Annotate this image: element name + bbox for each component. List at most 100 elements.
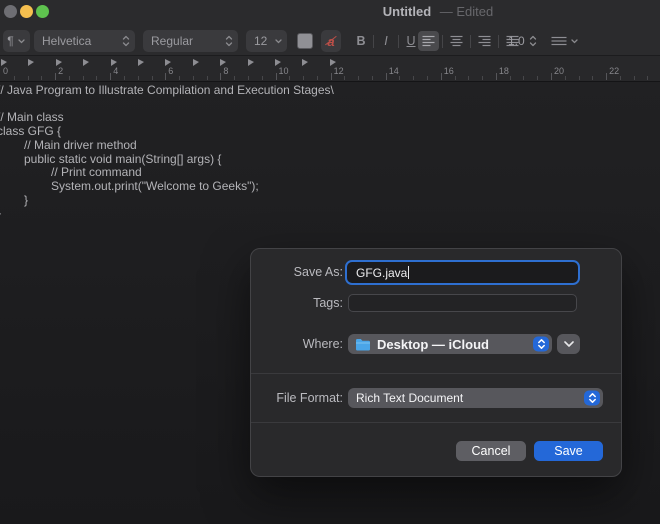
- font-family-value: Helvetica: [34, 34, 122, 48]
- tab-stop-marker[interactable]: [138, 59, 144, 66]
- ruler-tick: [565, 76, 566, 80]
- list-style-menu[interactable]: [551, 30, 582, 52]
- text-color-well[interactable]: [297, 33, 313, 49]
- chevron-down-icon: [275, 39, 282, 44]
- tab-stop-marker[interactable]: [302, 59, 308, 66]
- ruler-tick: [28, 76, 29, 80]
- save-as-value: GFG.java: [356, 266, 407, 280]
- tab-stop-marker[interactable]: [28, 59, 34, 66]
- ruler-tick: [427, 76, 428, 80]
- divider: [251, 422, 621, 423]
- expand-dialog-button[interactable]: [557, 334, 580, 354]
- ruler-tick: [331, 73, 332, 80]
- ruler-tick: [138, 76, 139, 80]
- window-title-text: Untitled: [383, 4, 431, 19]
- align-right-button[interactable]: [474, 31, 495, 51]
- ruler-tick: [510, 76, 511, 80]
- paragraph-style-menu[interactable]: ¶: [3, 30, 30, 52]
- align-left-button[interactable]: [418, 31, 439, 51]
- close-button[interactable]: [4, 5, 17, 18]
- text-cursor: [408, 266, 409, 279]
- zoom-button[interactable]: [36, 5, 49, 18]
- ruler-tick: [289, 76, 290, 80]
- separator: [398, 35, 399, 48]
- ruler-number: 8: [223, 66, 228, 76]
- ruler-tick: [620, 76, 621, 80]
- ruler-tick: [537, 76, 538, 80]
- ruler-tick: [579, 76, 580, 80]
- cancel-button[interactable]: Cancel: [456, 441, 526, 461]
- tab-stop-marker[interactable]: [275, 59, 281, 66]
- ruler-tick: [179, 76, 180, 80]
- save-as-input[interactable]: GFG.java: [345, 260, 580, 285]
- ruler-number: 18: [499, 66, 509, 76]
- ruler-number: 10: [279, 66, 289, 76]
- editor-line: System.out.print("Welcome to Geeks");: [0, 180, 660, 194]
- separator: [373, 35, 374, 48]
- ruler-number: 20: [554, 66, 564, 76]
- editor-line: // Java Program to Illustrate Compilatio…: [0, 84, 660, 98]
- ruler-tick: [634, 76, 635, 80]
- ruler-tick: [482, 76, 483, 80]
- file-format-select[interactable]: Rich Text Document: [348, 388, 603, 408]
- tab-stop-marker[interactable]: [56, 59, 62, 66]
- tab-stop-marker[interactable]: [220, 59, 226, 66]
- ruler-tick: [551, 73, 552, 80]
- font-size-select[interactable]: 12: [246, 30, 287, 52]
- ruler-tick: [344, 76, 345, 80]
- where-value: Desktop — iCloud: [371, 337, 552, 352]
- editor-line: public static void main(String[] args) {: [0, 153, 660, 167]
- ruler-tick: [69, 76, 70, 80]
- ruler-number: 2: [58, 66, 63, 76]
- chevron-down-icon: [564, 341, 574, 347]
- bold-button[interactable]: B: [352, 34, 370, 48]
- editor-line: // Print command: [0, 166, 660, 180]
- tab-stop-marker[interactable]: [165, 59, 171, 66]
- tab-stop-marker[interactable]: [330, 59, 336, 66]
- tab-stop-marker[interactable]: [248, 59, 254, 66]
- ruler-tick: [441, 73, 442, 80]
- ruler-tick: [220, 73, 221, 80]
- textedit-window: Untitled — Edited ¶ Helvetica Regular 12…: [0, 0, 660, 524]
- minimize-button[interactable]: [20, 5, 33, 18]
- tab-stop-marker[interactable]: [83, 59, 89, 66]
- ruler-number: 4: [113, 66, 118, 76]
- ruler-tick: [96, 76, 97, 80]
- ruler-tick: [303, 76, 304, 80]
- line-spacing-stepper[interactable]: 1.0: [508, 30, 537, 52]
- divider: [251, 373, 621, 374]
- where-select[interactable]: Desktop — iCloud: [348, 334, 552, 354]
- updown-stepper-icon: [122, 35, 130, 47]
- updown-stepper-icon: [529, 35, 537, 47]
- save-button[interactable]: Save: [534, 441, 603, 461]
- text-background-color-well[interactable]: a: [321, 30, 341, 52]
- ruler-tick: [83, 76, 84, 80]
- ruler-tick: [523, 76, 524, 80]
- ruler-tick: [399, 76, 400, 80]
- ruler-number: 22: [609, 66, 619, 76]
- align-left-icon: [422, 35, 435, 47]
- pilcrow-icon: ¶: [3, 34, 18, 48]
- save-dialog: Save As: GFG.java Tags: Where: Desktop —…: [250, 248, 622, 477]
- tab-stop-marker[interactable]: [193, 59, 199, 66]
- style-button-group: B I U: [352, 30, 420, 52]
- popup-stepper-icon: [533, 337, 549, 352]
- align-center-button[interactable]: [446, 31, 467, 51]
- editor-line: [0, 98, 660, 112]
- ruler-tick: [110, 73, 111, 80]
- tab-stop-marker[interactable]: [1, 59, 7, 66]
- ruler-tick: [14, 76, 15, 80]
- align-right-icon: [478, 35, 491, 47]
- ruler-tick: [124, 76, 125, 80]
- separator: [470, 35, 471, 48]
- window-edited-status: — Edited: [440, 4, 493, 19]
- tags-input[interactable]: [348, 294, 577, 312]
- ruler-tick: [193, 76, 194, 80]
- font-family-select[interactable]: Helvetica: [34, 30, 135, 52]
- ruler-tick: [276, 73, 277, 80]
- window-title: Untitled — Edited: [383, 4, 494, 19]
- font-typeface-select[interactable]: Regular: [143, 30, 238, 52]
- ruler: 0246810121416182022: [0, 56, 660, 82]
- italic-button[interactable]: I: [377, 34, 395, 48]
- tab-stop-marker[interactable]: [111, 59, 117, 66]
